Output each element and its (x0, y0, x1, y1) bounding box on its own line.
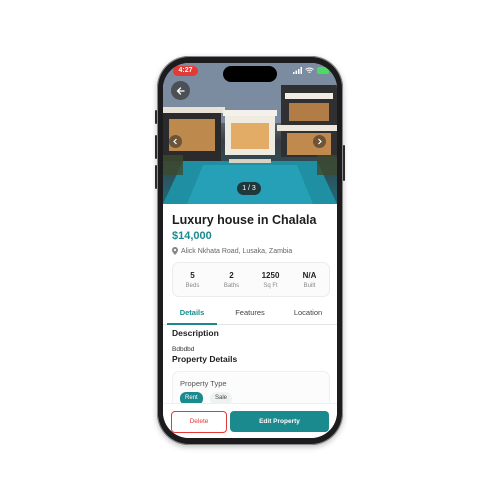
listing-price: $14,000 (172, 230, 212, 242)
status-icons (293, 67, 329, 74)
tab-location[interactable]: Location (279, 306, 337, 324)
stat-value: 2 (229, 271, 234, 280)
dynamic-island (223, 66, 277, 82)
property-type-label: Property Type (180, 379, 227, 388)
phone-volume-up (155, 135, 157, 159)
arrow-left-icon (176, 86, 185, 95)
description-text: Bdbdbd (172, 346, 195, 353)
location-pin-icon (172, 247, 178, 255)
status-time: 4:27 (173, 66, 198, 76)
stat-value: N/A (302, 271, 317, 280)
chevron-right-icon (318, 138, 322, 145)
stat-built: N/A Built (290, 263, 329, 296)
stat-label: Built (303, 283, 316, 289)
next-image-button[interactable] (313, 135, 326, 148)
image-counter: 1 / 3 (237, 182, 261, 195)
description-heading: Description (172, 328, 219, 338)
app-screen: 1 / 3 4:27 Luxury house in Chalala $14,0… (163, 63, 337, 438)
address-text: Alick Nkhata Road, Lusaka, Zambia (181, 247, 293, 255)
chevron-left-icon (173, 138, 177, 145)
stat-value: 5 (190, 271, 195, 280)
wifi-icon (305, 67, 314, 73)
edit-property-button[interactable]: Edit Property (230, 411, 329, 432)
listing-title: Luxury house in Chalala (172, 213, 317, 227)
stat-label: Baths (223, 283, 240, 289)
property-stats-card: 5 Beds 2 Baths 1250 Sq Ft N/A Built (172, 262, 330, 297)
detail-tabs: Details Features Location (163, 306, 337, 325)
stat-label: Sq Ft (263, 283, 278, 289)
status-bar: 4:27 (163, 63, 337, 82)
listing-address: Alick Nkhata Road, Lusaka, Zambia (172, 247, 292, 255)
delete-button[interactable]: Delete (171, 411, 227, 433)
phone-mute-switch (155, 110, 157, 124)
tab-features[interactable]: Features (221, 306, 279, 324)
back-button[interactable] (171, 81, 190, 100)
prev-image-button[interactable] (169, 135, 182, 148)
stat-beds: 5 Beds (173, 263, 212, 296)
signal-icon (293, 67, 302, 74)
phone-volume-down (155, 165, 157, 189)
stat-baths: 2 Baths (212, 263, 251, 296)
battery-icon (317, 67, 329, 74)
stat-sqft: 1250 Sq Ft (251, 263, 290, 296)
stat-value: 1250 (261, 271, 280, 280)
phone-power-button (343, 145, 345, 181)
property-details-heading: Property Details (172, 354, 238, 364)
property-photo[interactable]: 1 / 3 (163, 63, 337, 204)
action-footer: Delete Edit Property (163, 403, 337, 438)
tab-details[interactable]: Details (163, 306, 221, 325)
stat-label: Beds (185, 283, 200, 289)
